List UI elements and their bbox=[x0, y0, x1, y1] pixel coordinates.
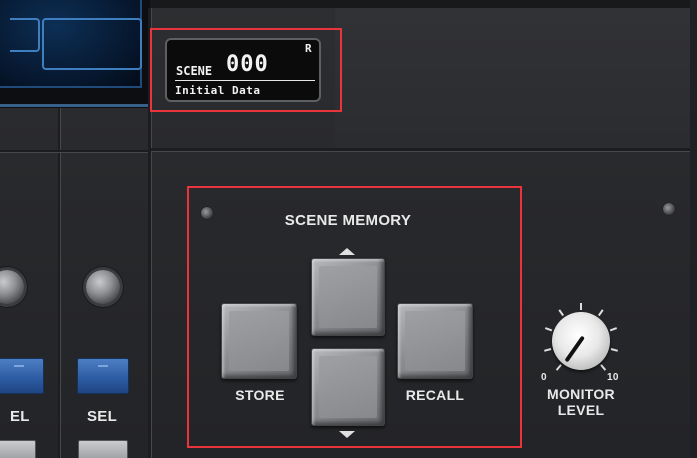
right-edge bbox=[690, 0, 697, 458]
panel-screw bbox=[663, 203, 675, 215]
sel-button[interactable] bbox=[0, 358, 44, 394]
channel-button[interactable] bbox=[78, 440, 128, 458]
panel-screw bbox=[201, 207, 213, 219]
mixer-panel: R SCENE 000 Initial Data SCENE MEMORY ST… bbox=[0, 0, 697, 458]
section-divider bbox=[151, 148, 697, 152]
sel-label: SEL bbox=[87, 408, 118, 425]
scene-label: SCENE bbox=[176, 64, 213, 78]
scene-title: Initial Data bbox=[175, 84, 261, 97]
monitor-scale-min: 0 bbox=[541, 372, 547, 383]
up-arrow-icon bbox=[339, 248, 355, 255]
monitor-level-knob[interactable] bbox=[552, 312, 610, 370]
recall-label: RECALL bbox=[405, 387, 465, 403]
monitor-label: LEVEL bbox=[557, 402, 605, 418]
scene-memory-label: SCENE MEMORY bbox=[284, 212, 412, 229]
channel-knob[interactable] bbox=[86, 270, 120, 304]
scene-underline bbox=[175, 80, 315, 81]
scene-down-button[interactable] bbox=[311, 348, 385, 426]
strip-divider bbox=[58, 108, 61, 458]
channel-button[interactable] bbox=[0, 440, 36, 458]
monitor-label: MONITOR bbox=[547, 386, 615, 402]
store-button[interactable] bbox=[221, 303, 297, 379]
sel-label: EL bbox=[10, 408, 30, 425]
lcd-ui-frame bbox=[42, 18, 142, 70]
upper-panel-area bbox=[335, 8, 697, 148]
recall-button[interactable] bbox=[397, 303, 473, 379]
scene-display: R SCENE 000 Initial Data bbox=[165, 38, 321, 102]
knob-pointer bbox=[564, 335, 585, 363]
scene-up-button[interactable] bbox=[311, 258, 385, 336]
lcd-ui-frame bbox=[10, 18, 40, 52]
channel-knob[interactable] bbox=[0, 270, 24, 304]
strip-divider bbox=[0, 150, 148, 153]
store-label: STORE bbox=[235, 387, 285, 403]
monitor-scale-max: 10 bbox=[607, 372, 619, 383]
sel-button[interactable] bbox=[77, 358, 129, 394]
recall-indicator: R bbox=[305, 42, 312, 55]
main-lcd-area bbox=[0, 0, 150, 108]
lcd-bezel-line bbox=[0, 104, 150, 107]
top-bezel bbox=[150, 0, 697, 8]
scene-number: 000 bbox=[226, 52, 269, 77]
down-arrow-icon bbox=[339, 431, 355, 438]
main-lcd-screen bbox=[0, 0, 142, 88]
